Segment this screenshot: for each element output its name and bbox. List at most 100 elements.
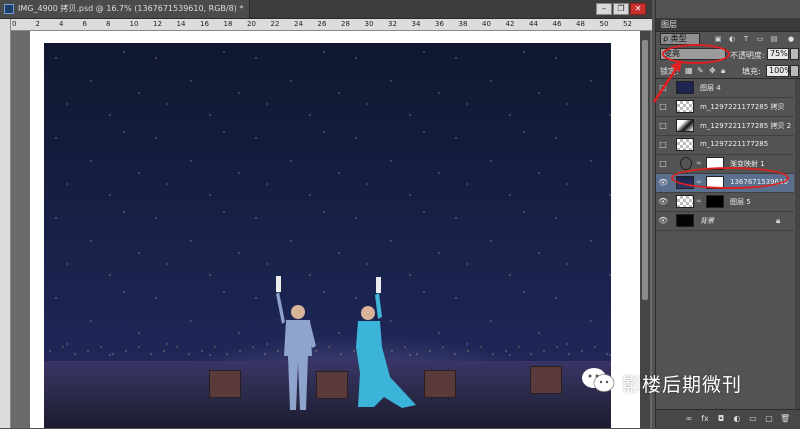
lock-all-icon[interactable]: 🔒︎ [721, 66, 725, 76]
eye-icon[interactable]: 👁︎ [658, 178, 668, 188]
ruler-tick-label: 44 [529, 20, 538, 28]
adjustment-icon[interactable]: ◐ [732, 414, 742, 423]
layer-thumbnail [676, 119, 694, 132]
layer-row[interactable]: □ m_1297221177285 [656, 136, 794, 155]
document-window: IMG_4900 拷贝.psd @ 16.7% (1367671539610, … [0, 0, 652, 428]
ruler-tick-label: 10 [129, 20, 139, 28]
fill-input[interactable]: 100% [766, 65, 792, 77]
ruler-tick-label: 50 [599, 20, 609, 28]
layer-name: m_1297221177285 [700, 140, 769, 148]
layer-row[interactable]: 👁︎ 背景 🔒︎ [656, 212, 794, 231]
layer-row[interactable]: □ m_1297221177285 拷贝 2 [656, 117, 794, 136]
layers-scrollbar[interactable] [795, 79, 800, 409]
visibility-toggle[interactable]: □ [658, 159, 668, 169]
ruler-tick-label: 14 [176, 20, 186, 28]
layer-thumbnail [676, 138, 694, 151]
psd-file-icon [4, 4, 14, 14]
ruler-tick-label: 34 [411, 20, 421, 28]
layer-mask-thumbnail [706, 195, 724, 208]
ruler-tick-label: 40 [482, 20, 491, 28]
ruler-tick-label: 42 [505, 20, 515, 28]
ruler-tick-label: 52 [623, 20, 632, 28]
fill-dropdown-arrow[interactable] [790, 65, 799, 77]
prop-box [530, 366, 562, 394]
prop-box [424, 370, 456, 398]
ruler-tick-label: 24 [294, 20, 303, 28]
chain-icon[interactable]: ∞ [696, 197, 702, 205]
ruler-tick-label: 8 [106, 20, 111, 28]
new-layer-icon[interactable]: ▢ [764, 414, 774, 423]
ruler-tick-label: 28 [341, 20, 350, 28]
shape-filter-icon[interactable]: ▭ [756, 35, 764, 43]
ruler-tick-label: 20 [247, 20, 256, 28]
document-tab[interactable]: IMG_4900 拷贝.psd @ 16.7% (1367671539610, … [0, 0, 251, 18]
ruler-tick-label: 36 [435, 20, 444, 28]
document-tab-title: IMG_4900 拷贝.psd @ 16.7% (1367671539610, … [18, 4, 244, 13]
layer-row[interactable]: 👁︎ ∞ 图层 5 [656, 193, 794, 212]
city-lights [44, 341, 611, 361]
opacity-dropdown-arrow[interactable] [790, 48, 799, 60]
groom-figure [276, 276, 316, 410]
fill-label: 填充: [742, 67, 761, 76]
link-icon[interactable]: ∞ [684, 414, 694, 423]
layer-thumbnail [676, 214, 694, 227]
watermark-text: 影楼后期微刊 [622, 374, 743, 396]
ruler-tick-label: 2 [35, 20, 40, 28]
layer-filter-row: ρ 类型 ▣ ◐ T ▭ ▤ ● [656, 32, 800, 46]
eye-icon[interactable]: 👁︎ [658, 197, 668, 207]
eye-icon[interactable]: 👁︎ [658, 216, 668, 226]
filter-toggle-icon[interactable]: ● [787, 35, 795, 43]
document-titlebar: IMG_4900 拷贝.psd @ 16.7% (1367671539610, … [0, 0, 652, 19]
fx-icon[interactable]: fx [700, 414, 710, 423]
ruler-tick-label: 48 [576, 20, 585, 28]
opacity-input[interactable]: 75% [767, 48, 789, 60]
trash-icon[interactable]: 🗑 [780, 414, 790, 423]
adjustment-filter-icon[interactable]: ◐ [728, 35, 736, 43]
layer-name: 背景 [700, 217, 714, 225]
visibility-toggle[interactable]: □ [658, 121, 668, 131]
annotation-arrow [652, 60, 682, 103]
layer-name: 图层 4 [700, 84, 721, 92]
layer-list: □ 图层 4 □ m_1297221177285 拷贝 □ m_12972211… [656, 79, 800, 409]
chain-icon[interactable]: ∞ [696, 159, 702, 167]
ruler-tick-label: 12 [153, 20, 162, 28]
mask-icon[interactable]: ◘ [716, 414, 726, 423]
adjustment-layer-icon [680, 157, 692, 170]
ruler-tick-label: 18 [223, 20, 233, 28]
ruler-tick-label: 38 [458, 20, 468, 28]
ruler-tick-label: 16 [200, 20, 209, 28]
restore-button[interactable]: ❐ [613, 3, 629, 15]
layer-name: m_1297221177285 拷贝 [700, 103, 785, 111]
lock-move-icon[interactable]: ✥ [709, 66, 716, 75]
layers-panel-title: 图层 [661, 20, 677, 29]
visibility-toggle[interactable]: □ [658, 140, 668, 150]
photo-canvas[interactable] [44, 43, 611, 428]
ruler-tick-label: 32 [388, 20, 397, 28]
ruler-tick-label: 30 [364, 20, 374, 28]
layers-panel-header[interactable]: 图层 [656, 18, 800, 32]
ruler-tick-label: 46 [552, 20, 562, 28]
vertical-ruler[interactable] [0, 19, 11, 428]
ruler-tick-label: 0 [12, 20, 17, 28]
lock-brush-icon[interactable]: ✎ [697, 66, 704, 75]
ruler-tick-label: 4 [59, 20, 64, 28]
ruler-tick-label: 6 [82, 20, 87, 28]
opacity-label: 不透明度: [730, 51, 765, 60]
ruler-tick-label: 26 [317, 20, 327, 28]
folder-icon[interactable]: ▭ [748, 414, 758, 423]
horizontal-ruler[interactable]: 0 2 4 6 8 10 12 14 16 18 20 22 24 26 28 30 32 34 36 38 40 42 4… [10, 19, 652, 31]
pixel-filter-icon[interactable]: ▣ [714, 35, 722, 43]
layer-lock-icon: 🔒︎ [776, 216, 781, 225]
layer-name: 图层 5 [730, 198, 751, 206]
bride-figure [356, 277, 416, 408]
minimize-button[interactable]: – [596, 3, 612, 15]
type-filter-icon[interactable]: T [742, 35, 750, 43]
smart-object-filter-icon[interactable]: ▤ [770, 35, 778, 43]
layer-thumbnail [676, 195, 694, 208]
selected-layer-highlight [671, 167, 789, 189]
layers-panel-footer: ∞ fx ◘ ◐ ▭ ▢ 🗑 [656, 409, 800, 429]
prop-box [209, 370, 241, 398]
close-button[interactable]: ✕ [630, 3, 646, 15]
layer-name: m_1297221177285 拷贝 2 [700, 122, 792, 130]
wechat-logo-icon [582, 368, 615, 392]
